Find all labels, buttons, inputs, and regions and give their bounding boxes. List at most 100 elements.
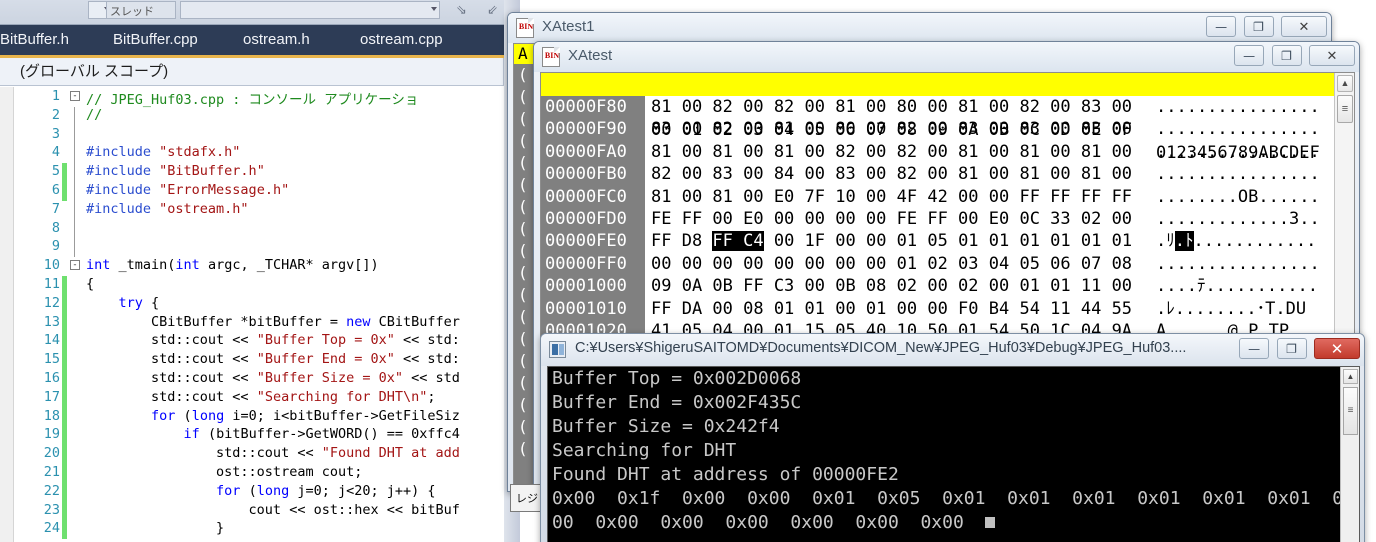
hex-ascii[interactable]: ................ <box>1156 253 1320 275</box>
minimize-button[interactable]: — <box>1239 338 1270 359</box>
hex-row[interactable]: 00000F80 81 00 82 00 82 00 81 00 80 00 81… <box>541 96 1336 119</box>
hex-bytes[interactable]: FF DA 00 08 01 01 00 01 00 00 F0 B4 54 1… <box>651 298 1132 320</box>
change-marker <box>62 332 67 352</box>
hex-ascii[interactable]: ....ﾃ........... <box>1156 275 1318 297</box>
minimize-button[interactable]: — <box>1234 45 1265 66</box>
tab-bitbuffer-h[interactable]: BitBuffer.h <box>0 25 77 55</box>
line-number: 16 <box>43 369 60 386</box>
line-number: 20 <box>43 445 60 462</box>
hex-bytes[interactable]: 00 00 00 00 00 00 00 00 01 02 03 04 05 0… <box>651 253 1132 275</box>
close-button[interactable]: ✕ <box>1281 16 1327 37</box>
step-over-icon[interactable]: ⇙ <box>487 2 498 18</box>
hex-bytes[interactable]: 81 00 81 00 E0 7F 10 00 4F 42 00 00 FF F… <box>651 186 1132 208</box>
hex-row[interactable]: 00001000 09 0A 0B FF C3 00 0B 08 02 00 02… <box>541 275 1336 298</box>
code-text: // <box>86 107 102 123</box>
hex-ascii[interactable]: ................ <box>1156 141 1320 163</box>
line-number: 4 <box>51 144 60 161</box>
code-line: 12 try { <box>0 294 504 314</box>
code-line: 4 #include "stdafx.h" <box>0 144 504 164</box>
toolbar-thread-combo[interactable]: スレッド <box>106 1 176 19</box>
fold-guide-line <box>74 144 75 164</box>
scope-bar[interactable]: (グローバル スコープ) <box>0 58 504 86</box>
fold-toggle-icon[interactable]: - <box>70 91 80 101</box>
hex-bytes[interactable]: FE FF 00 E0 00 00 00 00 FE FF 00 E0 0C 3… <box>651 208 1132 230</box>
fold-guide-line <box>74 125 75 145</box>
line-number: 6 <box>51 181 60 198</box>
line-number: 21 <box>43 463 60 480</box>
hex-ascii[interactable]: .............3.. <box>1156 208 1320 230</box>
maximize-button[interactable]: ❐ <box>1243 16 1274 37</box>
toolbar-wide-combo[interactable] <box>180 1 440 19</box>
change-marker <box>62 482 67 502</box>
code-text: } <box>86 520 224 536</box>
hex-address: 00000F80 <box>541 96 645 119</box>
hex-bytes[interactable]: 83 00 82 00 81 00 80 00 82 00 83 00 83 0… <box>651 118 1132 140</box>
change-marker <box>62 426 67 446</box>
hex-ascii[interactable]: ........OB...... <box>1156 186 1320 208</box>
tab-bitbuffer-cpp[interactable]: BitBuffer.cpp <box>105 25 206 55</box>
minimize-button[interactable]: — <box>1206 16 1237 37</box>
hex-address: 00000FB0 <box>541 163 645 186</box>
line-number: 18 <box>43 407 60 424</box>
change-marker <box>62 275 67 295</box>
hex-row[interactable]: 00001010 FF DA 00 08 01 01 00 01 00 00 F0… <box>541 297 1336 320</box>
tab-ostream-cpp[interactable]: ostream.cpp <box>352 25 451 55</box>
hex-ascii[interactable]: ................ <box>1156 96 1320 118</box>
code-editor[interactable]: 1-// JPEG_Huf03.cpp : コンソール アプリケーショ 2//3 4… <box>0 87 504 542</box>
code-line: 7 #include "ostream.h" <box>0 200 504 220</box>
hex-ascii[interactable]: .ﾘ.ﾄ............ <box>1156 230 1316 252</box>
fold-toggle-icon[interactable]: - <box>70 260 80 271</box>
scroll-up-arrow-icon[interactable]: ▲ <box>1343 369 1358 384</box>
hex-column-header: ADDRESS 00 01 02 03 04 05 06 07 08 09 0A… <box>541 73 1336 163</box>
line-number: 10 <box>43 257 60 274</box>
close-button[interactable]: ✕ <box>1309 45 1355 66</box>
code-line: 21 ost::ostream cout; <box>0 463 504 483</box>
line-number: 14 <box>43 332 60 349</box>
code-token: << std <box>403 369 460 386</box>
mini-tab-reji[interactable]: レジ <box>510 484 544 512</box>
hex-ascii[interactable]: .ﾚ........･T.DU <box>1156 298 1306 320</box>
hex-row[interactable]: 00000FD0 FE FF 00 E0 00 00 00 00 FE FF 00… <box>541 207 1336 231</box>
tab-ostream-h[interactable]: ostream.h <box>235 25 318 55</box>
hex-ascii[interactable]: ................ <box>1156 163 1320 185</box>
close-button[interactable]: ✕ <box>1314 338 1360 359</box>
xatest1-titlebar[interactable]: BIN XAtest1 — ❐ ✕ <box>508 13 1331 43</box>
code-token: argc, _TCHAR* argv[]) <box>199 257 379 274</box>
hex-bytes[interactable]: 82 00 83 00 84 00 83 00 82 00 81 00 81 0… <box>651 163 1132 185</box>
hex-row[interactable]: 00000FF0 00 00 00 00 00 00 00 00 01 02 03… <box>541 252 1336 276</box>
hex-bytes[interactable]: 81 00 82 00 82 00 81 00 80 00 81 00 82 0… <box>651 96 1132 118</box>
code-token: long <box>256 482 290 499</box>
hex-ascii-selected[interactable]: .ﾄ <box>1174 231 1194 252</box>
code-token: { <box>86 275 95 292</box>
hex-row[interactable]: 00000FE0 FF D8 FF C4 00 1F 00 00 01 05 01… <box>541 230 1336 253</box>
console-vertical-scrollbar[interactable]: ▲ ≡ <box>1340 367 1359 542</box>
step-into-icon[interactable]: ⇘ <box>456 2 467 18</box>
hex-row[interactable]: 00000FC0 81 00 81 00 E0 7F 10 00 4F 42 00… <box>541 185 1336 208</box>
console-window[interactable]: C:¥Users¥ShigeruSAITOMD¥Documents¥DICOM_… <box>540 333 1365 542</box>
change-marker <box>62 181 67 201</box>
code-text: ost::ostream cout; <box>86 464 362 480</box>
hex-bytes[interactable]: 81 00 81 00 81 00 82 00 82 00 81 00 81 0… <box>651 141 1132 163</box>
bin-file-icon: BIN <box>542 47 560 67</box>
maximize-button[interactable]: ❐ <box>1276 338 1307 359</box>
hex-scroll-thumb[interactable]: ≡ <box>1337 95 1353 123</box>
hex-bytes[interactable]: FF D8 FF C4 00 1F 00 00 01 05 01 01 01 0… <box>651 230 1132 252</box>
xatest-titlebar[interactable]: BIN XAtest — ❐ ✕ <box>534 42 1359 72</box>
console-scroll-thumb[interactable]: ≡ <box>1343 387 1358 435</box>
code-token: #include <box>86 163 160 180</box>
code-text: for (long j=0; j<20; j++) { <box>86 482 435 499</box>
console-titlebar[interactable]: C:¥Users¥ShigeruSAITOMD¥Documents¥DICOM_… <box>541 334 1364 366</box>
hex-row[interactable]: 00000F90 83 00 82 00 81 00 80 00 82 00 83… <box>541 118 1336 141</box>
hex-bytes[interactable]: 09 0A 0B FF C3 00 0B 08 02 00 02 00 01 0… <box>651 275 1132 297</box>
hex-ascii[interactable]: ................ <box>1156 118 1320 140</box>
scroll-up-arrow-icon[interactable]: ▲ <box>1337 75 1353 92</box>
hex-row[interactable]: 00000FA0 81 00 81 00 81 00 82 00 82 00 81… <box>541 140 1336 164</box>
code-text: #include "BitBuffer.h" <box>86 163 265 179</box>
hex-row[interactable]: 00000FB0 82 00 83 00 84 00 83 00 82 00 81… <box>541 163 1336 186</box>
hex-bytes-selected[interactable]: FF C4 <box>712 231 764 252</box>
maximize-button[interactable]: ❐ <box>1271 45 1302 66</box>
code-token: long <box>191 407 225 424</box>
change-marker <box>62 107 67 126</box>
console-output[interactable]: Buffer Top = 0x002D0068 Buffer End = 0x00… <box>547 366 1360 542</box>
